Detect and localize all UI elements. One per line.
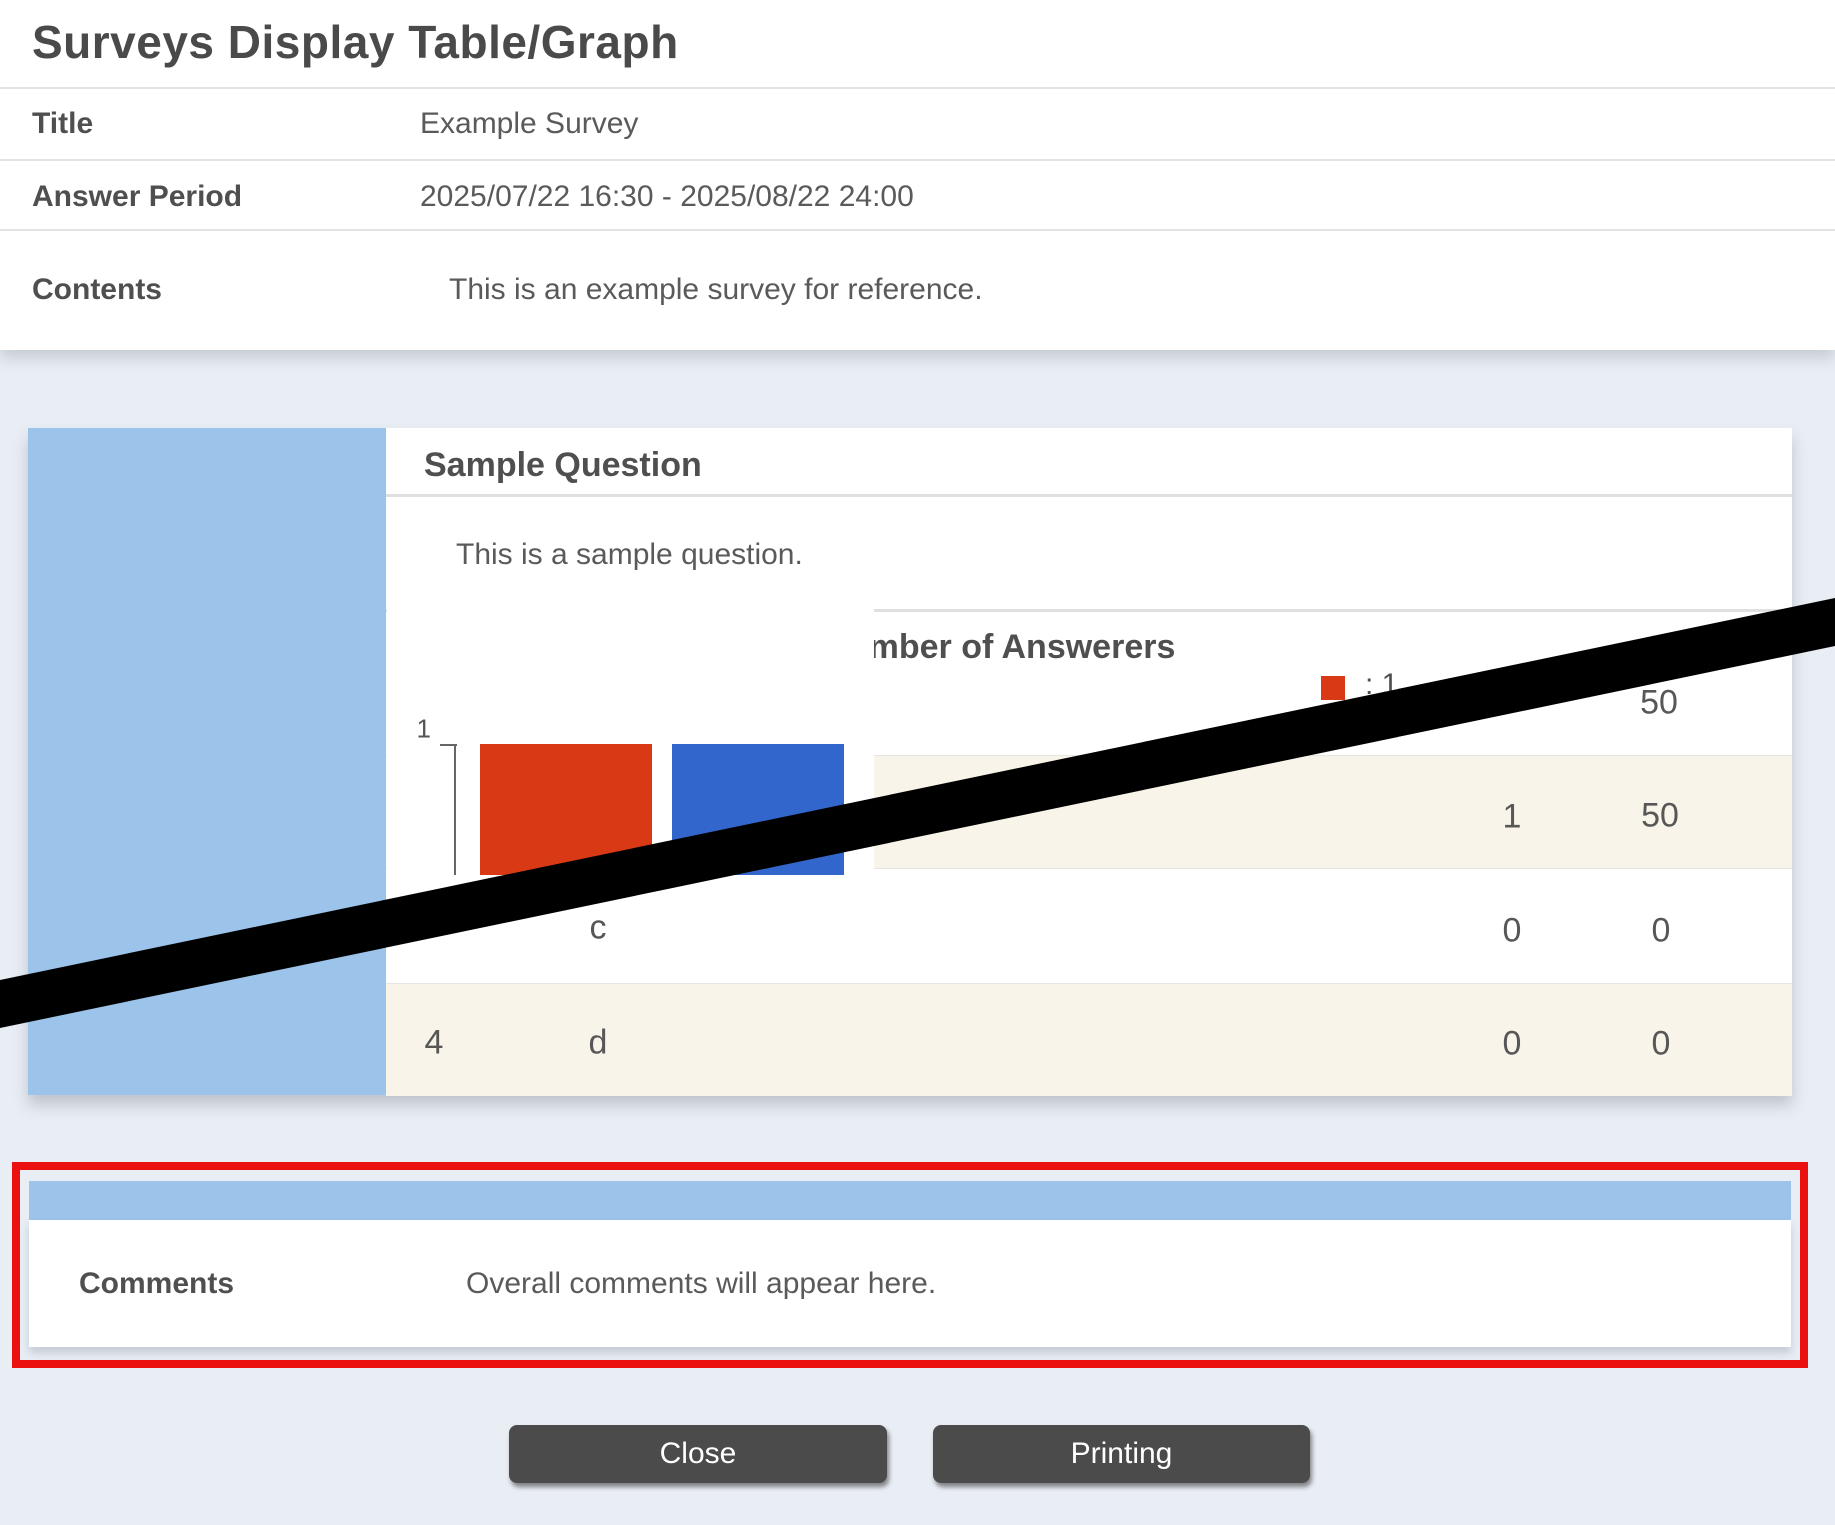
choice-a-color-swatch [1321,676,1345,700]
choice-c-percent: 0 [1652,912,1671,951]
printing-button[interactable]: Printing [933,1425,1310,1483]
close-button[interactable]: Close [509,1425,887,1483]
divider [386,494,1792,497]
meta-label-contents: Contents [32,266,162,314]
y-axis-line [454,744,456,875]
question-card: Sample Question This is a sample questio… [28,428,1792,1095]
choice-a-percent: 50 [1640,684,1678,723]
page-title: Surveys Display Table/Graph [32,14,679,70]
divider [0,87,1835,89]
meta-value-contents: This is an example survey for reference. [449,266,983,314]
choice-d-label: d [589,1024,608,1063]
meta-value-title: Example Survey [420,100,638,148]
divider [0,229,1835,231]
choice-c-count: 0 [1503,912,1522,951]
choice-d-number: 4 [425,1024,444,1063]
choice-c-label: c [590,909,607,948]
bar-choice-b [672,744,844,875]
bar-choice-a [480,744,652,875]
question-description: This is a sample question. [456,534,803,576]
divider [0,159,1835,161]
choice-b-count: 1 [1503,798,1522,837]
y-axis-tick-label: 1 [405,714,431,745]
survey-meta-panel: Surveys Display Table/Graph Title Exampl… [0,0,1835,350]
question-title: Sample Question [424,444,702,486]
choice-d-count: 0 [1503,1025,1522,1064]
choice-d-percent: 0 [1652,1025,1671,1064]
meta-label-answer-period: Answer Period [32,173,242,221]
red-highlight-box [12,1162,1808,1368]
meta-value-answer-period: 2025/07/22 16:30 - 2025/08/22 24:00 [420,173,914,221]
choice-b-percent: 50 [1641,797,1679,836]
question-sidebar-accent [28,428,386,1095]
choice-a-count: : 1 [1365,668,1398,702]
meta-label-title: Title [32,100,93,148]
answers-bar-chart: 1 [387,609,874,876]
